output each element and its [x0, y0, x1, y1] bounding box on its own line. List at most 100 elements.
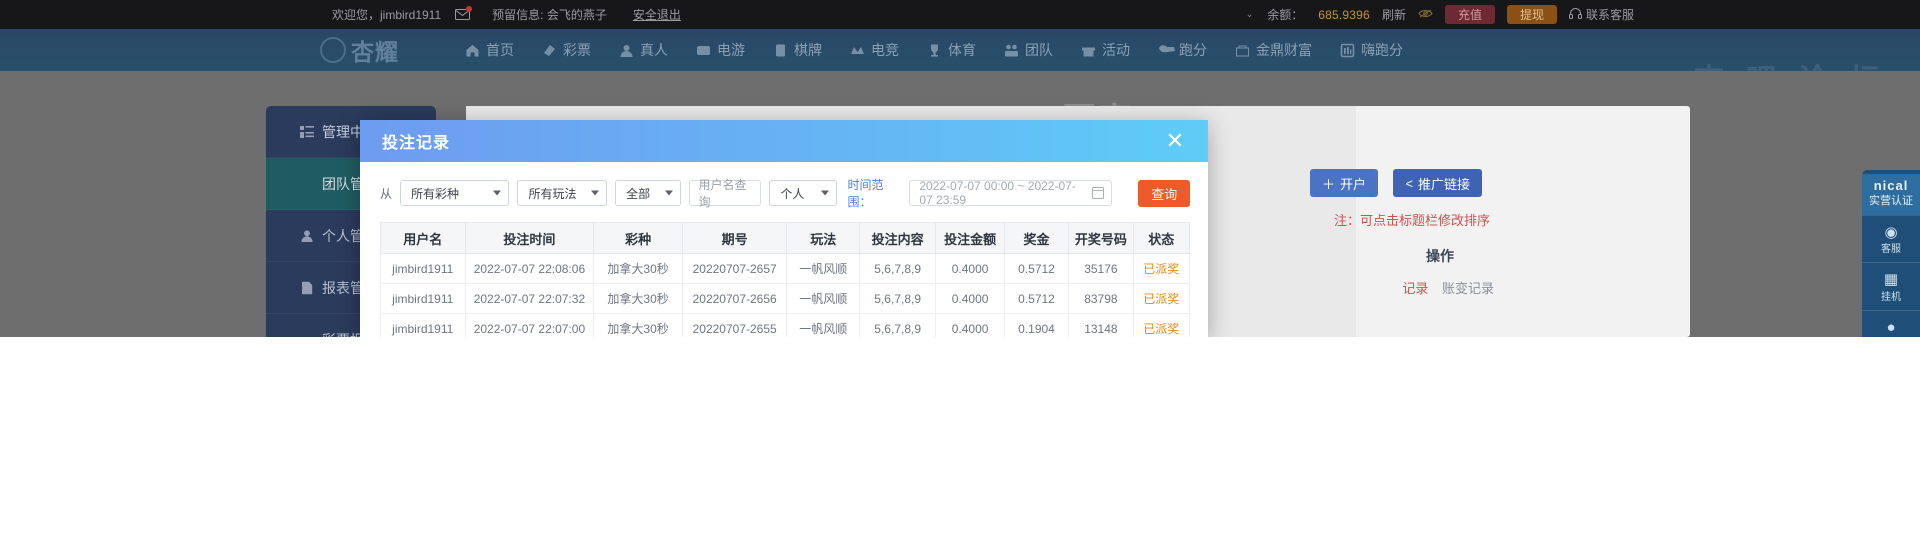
cell-issue: 20220707-2657	[682, 254, 787, 284]
col-header-content[interactable]: 投注内容	[859, 223, 935, 254]
nav-item-wealth[interactable]: 金鼎财富	[1221, 29, 1326, 71]
cell-bet-time: 2022-07-07 22:08:06	[465, 254, 594, 284]
mail-badge-dot	[466, 6, 472, 12]
cell-play: 一帆风顺	[787, 254, 859, 284]
table-row[interactable]: jimbird1911 2022-07-07 22:07:32 加拿大30秒 2…	[381, 284, 1190, 314]
contact-service-label: 联系客服	[1586, 6, 1634, 23]
chevron-down-icon[interactable]: ⌄	[1246, 9, 1254, 20]
scope-select[interactable]: 个人	[769, 180, 837, 206]
cell-status: 已派奖	[1133, 314, 1189, 338]
cell-lottery: 加拿大30秒	[594, 254, 683, 284]
open-account-label: 开户	[1340, 174, 1366, 193]
contact-service-link[interactable]: 联系客服	[1569, 6, 1634, 23]
col-header-bonus[interactable]: 奖金	[1004, 223, 1068, 254]
nav-inner: 杏耀 首页 彩票 真人	[320, 29, 1417, 71]
headset-icon	[1569, 8, 1582, 22]
close-icon[interactable]: ✕	[1164, 130, 1186, 152]
col-header-status[interactable]: 状态	[1133, 223, 1189, 254]
cell-amount: 0.4000	[936, 284, 1004, 314]
promo-link-button[interactable]: < 推广链接	[1393, 169, 1482, 197]
play-type-select[interactable]: 所有玩法	[517, 180, 607, 206]
nav-item-videogame[interactable]: 电游	[682, 29, 759, 71]
lottery-type-select[interactable]: 所有彩种	[400, 180, 509, 206]
open-account-button[interactable]: ＋ 开户	[1310, 169, 1378, 197]
record-link[interactable]: 记录	[1402, 281, 1428, 296]
username-input[interactable]: 用户名查询	[689, 180, 761, 206]
chevron-down-icon	[665, 191, 673, 196]
date-range-value: 2022-07-07 00:00 ~ 2022-07-07 23:59	[919, 179, 1085, 207]
cell-bonus: 0.1904	[1004, 314, 1068, 338]
modal-title: 投注记录	[382, 129, 450, 153]
cell-bet-time: 2022-07-07 22:07:32	[465, 284, 594, 314]
table-body: jimbird1911 2022-07-07 22:08:06 加拿大30秒 2…	[381, 254, 1190, 338]
balance-value: 685.9396	[1318, 8, 1370, 22]
rail-certification-badge[interactable]: nical 实营认证	[1862, 174, 1920, 215]
username-placeholder: 用户名查询	[698, 176, 752, 210]
cards-icon	[773, 43, 788, 58]
cell-content: 5,6,7,8,9	[859, 254, 935, 284]
refresh-link[interactable]: 刷新	[1382, 6, 1406, 23]
recharge-button[interactable]: 充值	[1445, 5, 1495, 24]
reserved-info-text: 预留信息: 会飞的燕子	[492, 6, 607, 23]
nav-label: 电游	[717, 40, 745, 60]
cell-status: 已派奖	[1133, 254, 1189, 284]
col-header-username[interactable]: 用户名	[381, 223, 466, 254]
col-header-amount[interactable]: 投注金额	[936, 223, 1004, 254]
mail-icon[interactable]	[455, 9, 470, 21]
col-header-play[interactable]: 玩法	[787, 223, 859, 254]
rail-item-autoplay[interactable]: ▦ 挂机	[1862, 262, 1920, 310]
rail-cert-line1: nical	[1874, 178, 1909, 193]
nav-item-promotions[interactable]: 活动	[1067, 29, 1144, 71]
logout-link[interactable]: 安全退出	[633, 6, 681, 23]
cell-status: 已派奖	[1133, 284, 1189, 314]
cell-draw-code: 35176	[1069, 254, 1133, 284]
col-header-draw-code[interactable]: 开奖号码	[1069, 223, 1133, 254]
nav-item-hipaofen[interactable]: 嗨跑分	[1326, 29, 1417, 71]
rail-item-service[interactable]: ◉ 客服	[1862, 215, 1920, 263]
nav-item-home[interactable]: 首页	[451, 29, 528, 71]
balance-label: 余额：	[1267, 6, 1303, 23]
bet-record-table: 用户名 投注时间 彩种 期号 玩法 投注内容 投注金额 奖金 开奖号码 状态	[380, 222, 1190, 337]
nav-label: 体育	[948, 40, 976, 60]
col-header-bet-time[interactable]: 投注时间	[465, 223, 594, 254]
trophy-icon	[927, 43, 942, 58]
top-utility-bar: 欢迎您，jimbird1911 预留信息: 会飞的燕子 安全退出 ⌄ 余额： 6…	[0, 0, 1920, 29]
search-button[interactable]: 查询	[1138, 180, 1190, 207]
bet-record-modal: 投注记录 ✕ 从 所有彩种 所有玩法 全部 用户名查询	[360, 120, 1208, 337]
right-side-rail: nical 实营认证 ◉ 客服 ▦ 挂机 ● 我的	[1862, 170, 1920, 337]
screenshot-root: 欢迎您，jimbird1911 预留信息: 会飞的燕子 安全退出 ⌄ 余额： 6…	[0, 0, 1920, 548]
cell-username: jimbird1911	[381, 314, 466, 338]
date-range-input[interactable]: 2022-07-07 00:00 ~ 2022-07-07 23:59	[909, 180, 1112, 206]
eye-off-icon[interactable]	[1418, 8, 1433, 22]
col-header-lottery[interactable]: 彩种	[594, 223, 683, 254]
grid-icon: ▦	[1862, 270, 1920, 290]
table-head: 用户名 投注时间 彩种 期号 玩法 投注内容 投注金额 奖金 开奖号码 状态	[381, 223, 1190, 254]
nav-item-live[interactable]: 真人	[605, 29, 682, 71]
nav-item-sports[interactable]: 体育	[913, 29, 990, 71]
sort-note: 注：可点击标题栏修改排序	[1334, 210, 1490, 229]
account-change-record-link[interactable]: 账变记录	[1442, 281, 1494, 296]
nav-item-esports[interactable]: 电竞	[836, 29, 913, 71]
chevron-down-icon	[821, 191, 829, 196]
cell-content: 5,6,7,8,9	[859, 284, 935, 314]
crown-logo-icon	[320, 37, 346, 63]
from-label: 从	[380, 185, 392, 202]
table-row[interactable]: jimbird1911 2022-07-07 22:07:00 加拿大30秒 2…	[381, 314, 1190, 338]
col-header-issue[interactable]: 期号	[682, 223, 787, 254]
nav-label: 金鼎财富	[1256, 40, 1312, 60]
rail-cert-line2: 实营认证	[1869, 195, 1913, 207]
cell-username: jimbird1911	[381, 284, 466, 314]
report-icon	[300, 281, 314, 295]
status-select[interactable]: 全部	[615, 180, 681, 206]
rail-item-mine[interactable]: ● 我的	[1862, 310, 1920, 338]
topbar-right-group: ⌄ 余额： 685.9396 刷新 充值 提现 联系客服	[1246, 0, 1634, 29]
nav-item-paofen[interactable]: 跑分	[1144, 29, 1221, 71]
home-icon	[465, 43, 480, 58]
table-row[interactable]: jimbird1911 2022-07-07 22:08:06 加拿大30秒 2…	[381, 254, 1190, 284]
nav-item-lottery[interactable]: 彩票	[528, 29, 605, 71]
rail-item-label: 挂机	[1881, 292, 1901, 303]
withdraw-button[interactable]: 提现	[1507, 5, 1557, 24]
brand-logo[interactable]: 杏耀	[320, 33, 399, 67]
nav-item-team[interactable]: 团队	[990, 29, 1067, 71]
nav-item-chess[interactable]: 棋牌	[759, 29, 836, 71]
